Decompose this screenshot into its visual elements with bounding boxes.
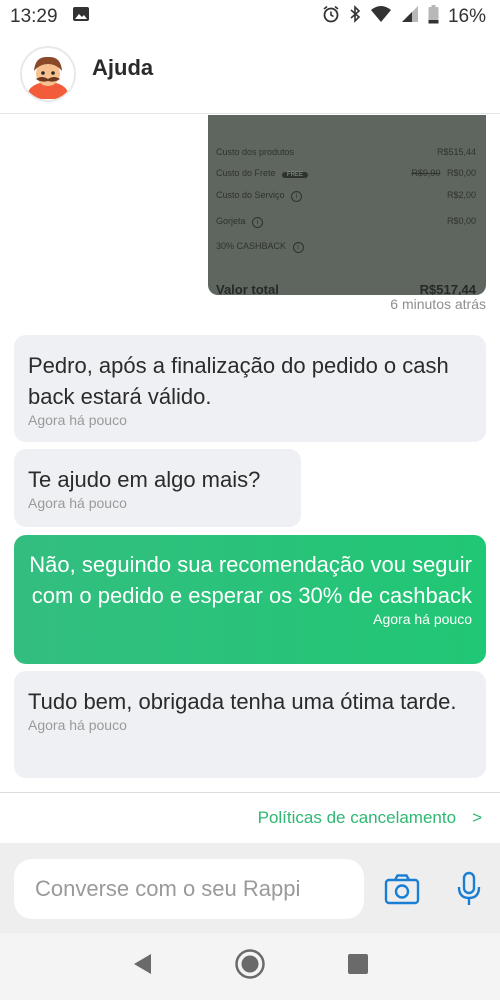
info-icon: i: [292, 242, 304, 253]
receipt-row-label: Custo do Serviço: [216, 190, 285, 200]
message-bubble-outgoing[interactable]: Não, seguindo sua recomendação vou segui…: [14, 535, 486, 664]
receipt-total-label: Valor total: [216, 282, 279, 295]
page-title: Ajuda: [92, 54, 154, 80]
message-time: Agora há pouco: [28, 717, 127, 733]
microphone-icon: [457, 871, 481, 905]
camera-icon: [384, 874, 420, 905]
image-icon: [72, 6, 90, 28]
message-bubble-incoming[interactable]: Pedro, após a finalização do pedido o ca…: [14, 335, 486, 442]
signal-icon: [401, 5, 419, 29]
receipt-row: Custo dos produtos R$515,44: [216, 147, 476, 157]
message-time: 6 minutos atrás: [390, 296, 486, 312]
rappi-mascot-icon: [28, 56, 68, 99]
battery-percent: 16%: [447, 6, 486, 27]
info-icon: i: [291, 191, 303, 202]
message-time: Agora há pouco: [373, 611, 472, 627]
message-input[interactable]: [14, 859, 364, 919]
info-icon: i: [252, 217, 264, 228]
receipt-row-label: Custo dos produtos: [216, 147, 295, 157]
camera-button[interactable]: [384, 873, 420, 905]
receipt-old-value: R$9,90: [411, 168, 441, 178]
cancellation-policy-link[interactable]: Políticas de cancelamento >: [0, 792, 500, 842]
message-text: Pedro, após a finalização do pedido o ca…: [28, 353, 449, 409]
status-bar: 13:29 16%: [0, 0, 500, 34]
bluetooth-icon: [349, 5, 361, 29]
receipt-image[interactable]: Custo dos produtos R$515,44 Custo do Fre…: [208, 115, 486, 295]
alarm-icon: [322, 5, 340, 29]
receipt-row: 30% CASHBACK i: [216, 241, 476, 253]
message-text: Te ajudo em algo mais?: [28, 467, 261, 492]
free-badge: FREE: [282, 172, 309, 178]
message-bubble-incoming[interactable]: Tudo bem, obrigada tenha uma ótima tarde…: [14, 671, 486, 778]
status-left: 13:29: [10, 6, 90, 28]
receipt-row-value: R$0,00: [446, 168, 476, 178]
system-nav-bar: [0, 933, 500, 1000]
message-time: Agora há pouco: [28, 412, 127, 428]
status-right: 16%: [322, 4, 486, 30]
back-icon[interactable]: [131, 952, 153, 981]
home-icon[interactable]: [234, 948, 266, 985]
receipt-row: Custo do Serviço i R$2,00: [216, 190, 476, 202]
receipt-row-label: Gorjeta: [216, 216, 246, 226]
receipt-row-label: 30% CASHBACK: [216, 241, 287, 251]
battery-icon: [428, 4, 439, 30]
receipt-row: Custo do Frete FREE R$9,90 R$0,00: [216, 168, 476, 178]
receipt-row-value: R$515,44: [436, 147, 476, 157]
message-composer: [0, 843, 500, 933]
wifi-icon: [370, 5, 392, 29]
receipt-row-label: Custo do Frete: [216, 168, 276, 178]
chevron-right-icon: >: [472, 807, 482, 827]
receipt-total-row: Valor total R$517,44: [216, 282, 476, 295]
message-text: Não, seguindo sua recomendação vou segui…: [29, 552, 472, 608]
recents-icon[interactable]: [347, 953, 369, 980]
message-time: Agora há pouco: [28, 495, 127, 511]
chat-header: Ajuda: [0, 34, 500, 114]
receipt-row-value: R$2,00: [446, 190, 476, 200]
chat-messages[interactable]: Custo dos produtos R$515,44 Custo do Fre…: [0, 115, 500, 792]
cancellation-policy-label: Políticas de cancelamento: [257, 807, 457, 827]
message-bubble-incoming[interactable]: Te ajudo em algo mais? Agora há pouco: [14, 449, 301, 527]
microphone-button[interactable]: [456, 871, 482, 907]
receipt-total-value: R$517,44: [419, 282, 476, 295]
status-time: 13:29: [10, 6, 58, 27]
receipt-row: Gorjeta i R$0,00: [216, 216, 476, 228]
message-text: Tudo bem, obrigada tenha uma ótima tarde…: [28, 689, 457, 714]
avatar[interactable]: [20, 45, 76, 102]
receipt-row-value: R$0,00: [446, 216, 476, 226]
